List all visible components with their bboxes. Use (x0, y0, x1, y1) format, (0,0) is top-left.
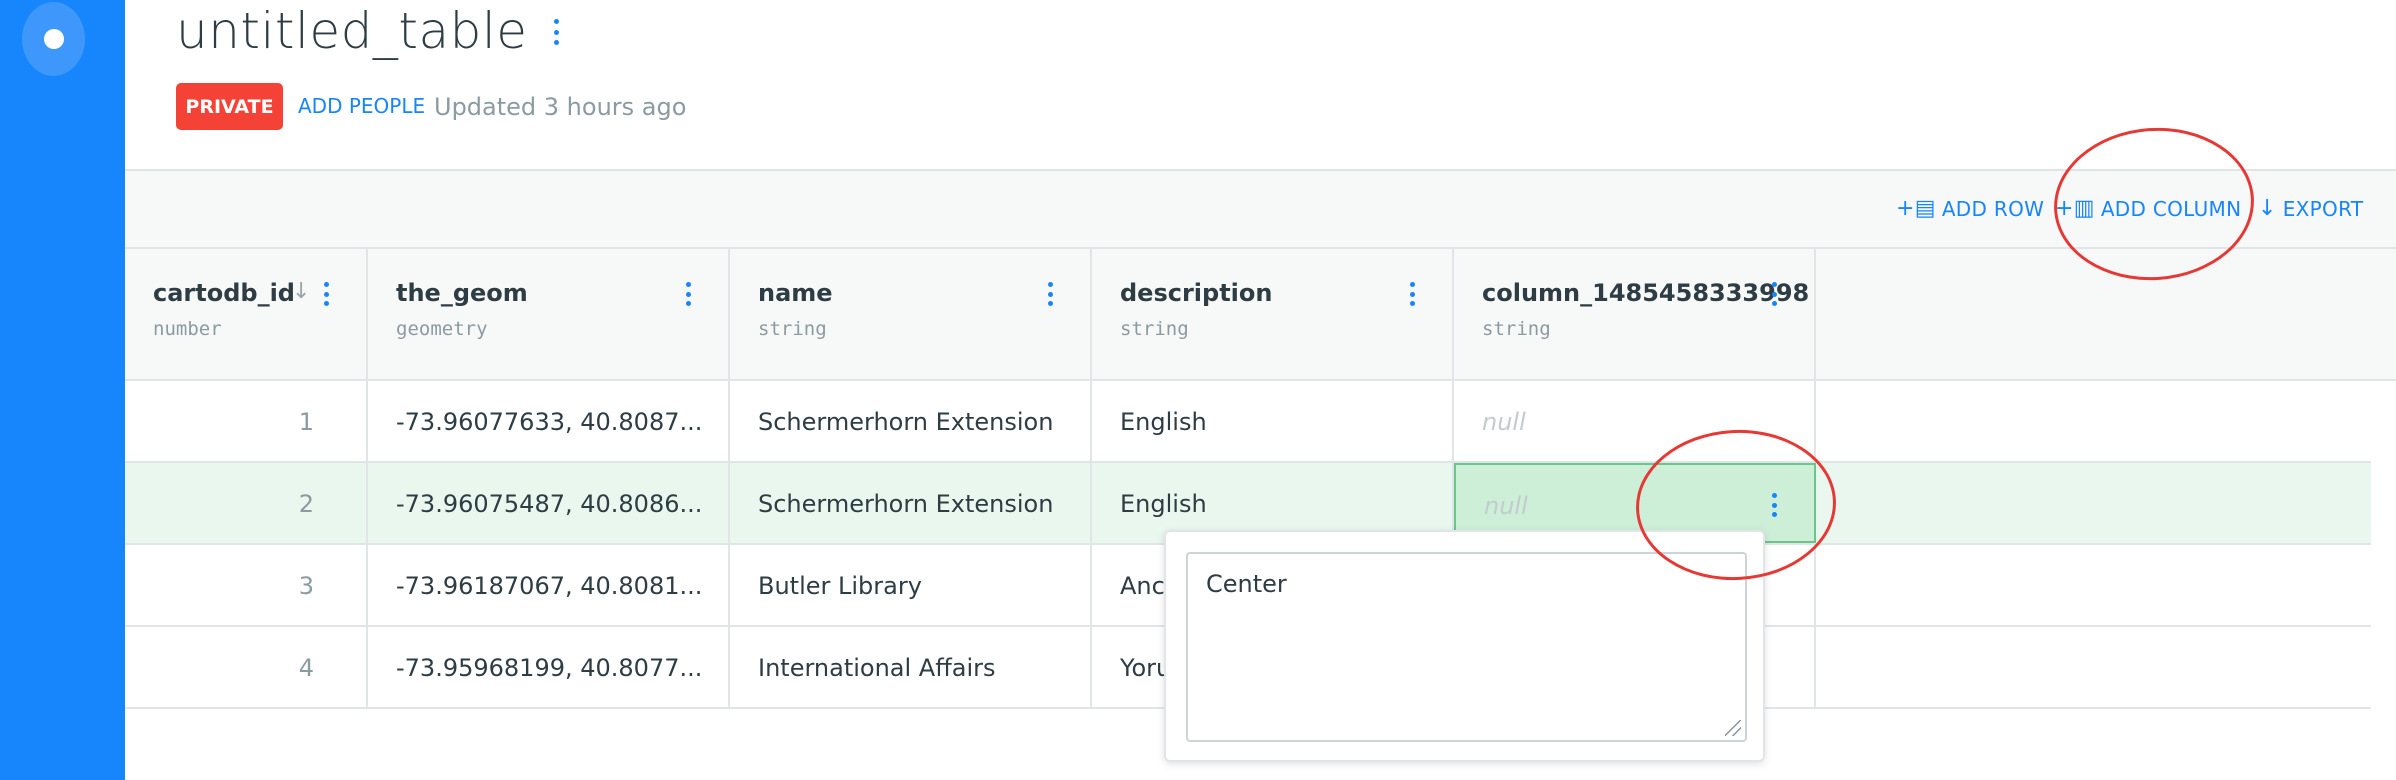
cell-value: 1 (298, 408, 314, 436)
table-cell[interactable]: 3 (125, 545, 368, 625)
cell-editor-value: Center (1206, 570, 1287, 598)
column-menu-icon[interactable] (682, 282, 694, 306)
column-name: name (758, 279, 833, 307)
column-name: column_1485458333998 (1482, 279, 1810, 307)
table-cell[interactable]: 4 (125, 627, 368, 707)
table-cell[interactable]: Butler Library (730, 545, 1092, 625)
table-cell[interactable]: -73.96075487, 40.8086... (368, 463, 730, 543)
cell-editor-popup: Center (1164, 530, 1765, 762)
column-menu-icon[interactable] (1044, 282, 1056, 306)
arrow-down-icon[interactable]: ↓ (292, 279, 310, 304)
cell-value: null (1482, 408, 1526, 436)
cell-value: Anc (1120, 572, 1165, 600)
column-header[interactable]: name string (730, 249, 1092, 379)
table-cell[interactable]: Schermerhorn Extension (730, 381, 1092, 461)
cell-value: -73.95968199, 40.8077... (396, 654, 703, 682)
cell-value: -73.96187067, 40.8081... (396, 572, 703, 600)
cell-value: English (1120, 408, 1207, 436)
table-cell[interactable]: Schermerhorn Extension (730, 463, 1092, 543)
column-name: description (1120, 279, 1273, 307)
add-people-link[interactable]: ADD PEOPLE (298, 94, 425, 118)
resize-grip-icon[interactable] (1725, 720, 1741, 736)
cell-value: -73.96075487, 40.8086... (396, 490, 703, 518)
cell-value: Schermerhorn Extension (758, 408, 1054, 436)
add-column-button[interactable]: +▥ ADD COLUMN (2055, 197, 2241, 221)
privacy-badge[interactable]: PRIVATE (176, 83, 283, 130)
table-row[interactable]: 1 -73.96077633, 40.8087... Schermerhorn … (125, 381, 2371, 463)
cell-menu-icon[interactable] (1768, 493, 1780, 517)
sidebar (0, 0, 125, 780)
table-cell[interactable]: -73.96077633, 40.8087... (368, 381, 730, 461)
export-label: EXPORT (2282, 197, 2364, 221)
table-cell[interactable]: 2 (125, 463, 368, 543)
column-type: string (1482, 318, 1551, 340)
add-column-label: ADD COLUMN (2100, 197, 2242, 221)
title-menu-icon[interactable] (550, 19, 562, 45)
table-cell[interactable]: -73.95968199, 40.8077... (368, 627, 730, 707)
column-type: string (758, 318, 827, 340)
cell-value: Butler Library (758, 572, 922, 600)
cell-value: English (1120, 490, 1207, 518)
cell-value: null (1484, 492, 1528, 520)
export-button[interactable]: ↓ EXPORT (2258, 197, 2363, 221)
table-cell[interactable]: 1 (125, 381, 368, 461)
table-cell[interactable]: null (1454, 381, 1816, 461)
table-cell[interactable]: English (1092, 381, 1454, 461)
cell-value: 3 (298, 572, 314, 600)
column-type: string (1120, 318, 1189, 340)
column-name: the_geom (396, 279, 528, 307)
table-header-row: cartodb_id number ↓ the_geom geometry na… (125, 249, 2396, 381)
column-header[interactable]: cartodb_id number ↓ (125, 249, 368, 379)
column-menu-icon[interactable] (1406, 282, 1418, 306)
column-menu-icon[interactable] (1768, 282, 1780, 306)
column-header[interactable]: column_1485458333998 string (1454, 249, 1816, 379)
table-cell[interactable]: International Affairs (730, 627, 1092, 707)
cell-editor-textarea[interactable]: Center (1186, 552, 1747, 742)
column-header[interactable]: description string (1092, 249, 1454, 379)
page-title[interactable]: untitled_table (176, 2, 528, 60)
column-menu-icon[interactable] (320, 282, 332, 306)
column-name: cartodb_id (153, 279, 295, 307)
add-row-button[interactable]: +▤ ADD ROW (1896, 197, 2044, 221)
column-type: geometry (396, 318, 488, 340)
download-arrow-icon: ↓ (2258, 196, 2277, 221)
updated-status: Updated 3 hours ago (434, 93, 687, 121)
cell-value: 2 (298, 490, 314, 518)
add-column-icon: +▥ (2055, 196, 2095, 221)
add-row-icon: +▤ (1896, 196, 1936, 221)
column-header[interactable]: the_geom geometry (368, 249, 730, 379)
cell-value: International Affairs (758, 654, 996, 682)
cell-value: 4 (298, 654, 314, 682)
add-row-label: ADD ROW (1941, 197, 2045, 221)
cell-value: Schermerhorn Extension (758, 490, 1054, 518)
cell-value: -73.96077633, 40.8087... (396, 408, 703, 436)
table-toolbar: +▤ ADD ROW +▥ ADD COLUMN ↓ EXPORT (125, 169, 2396, 249)
table-cell[interactable]: -73.96187067, 40.8081... (368, 545, 730, 625)
carto-logo-icon[interactable] (22, 2, 85, 76)
column-type: number (153, 318, 222, 340)
